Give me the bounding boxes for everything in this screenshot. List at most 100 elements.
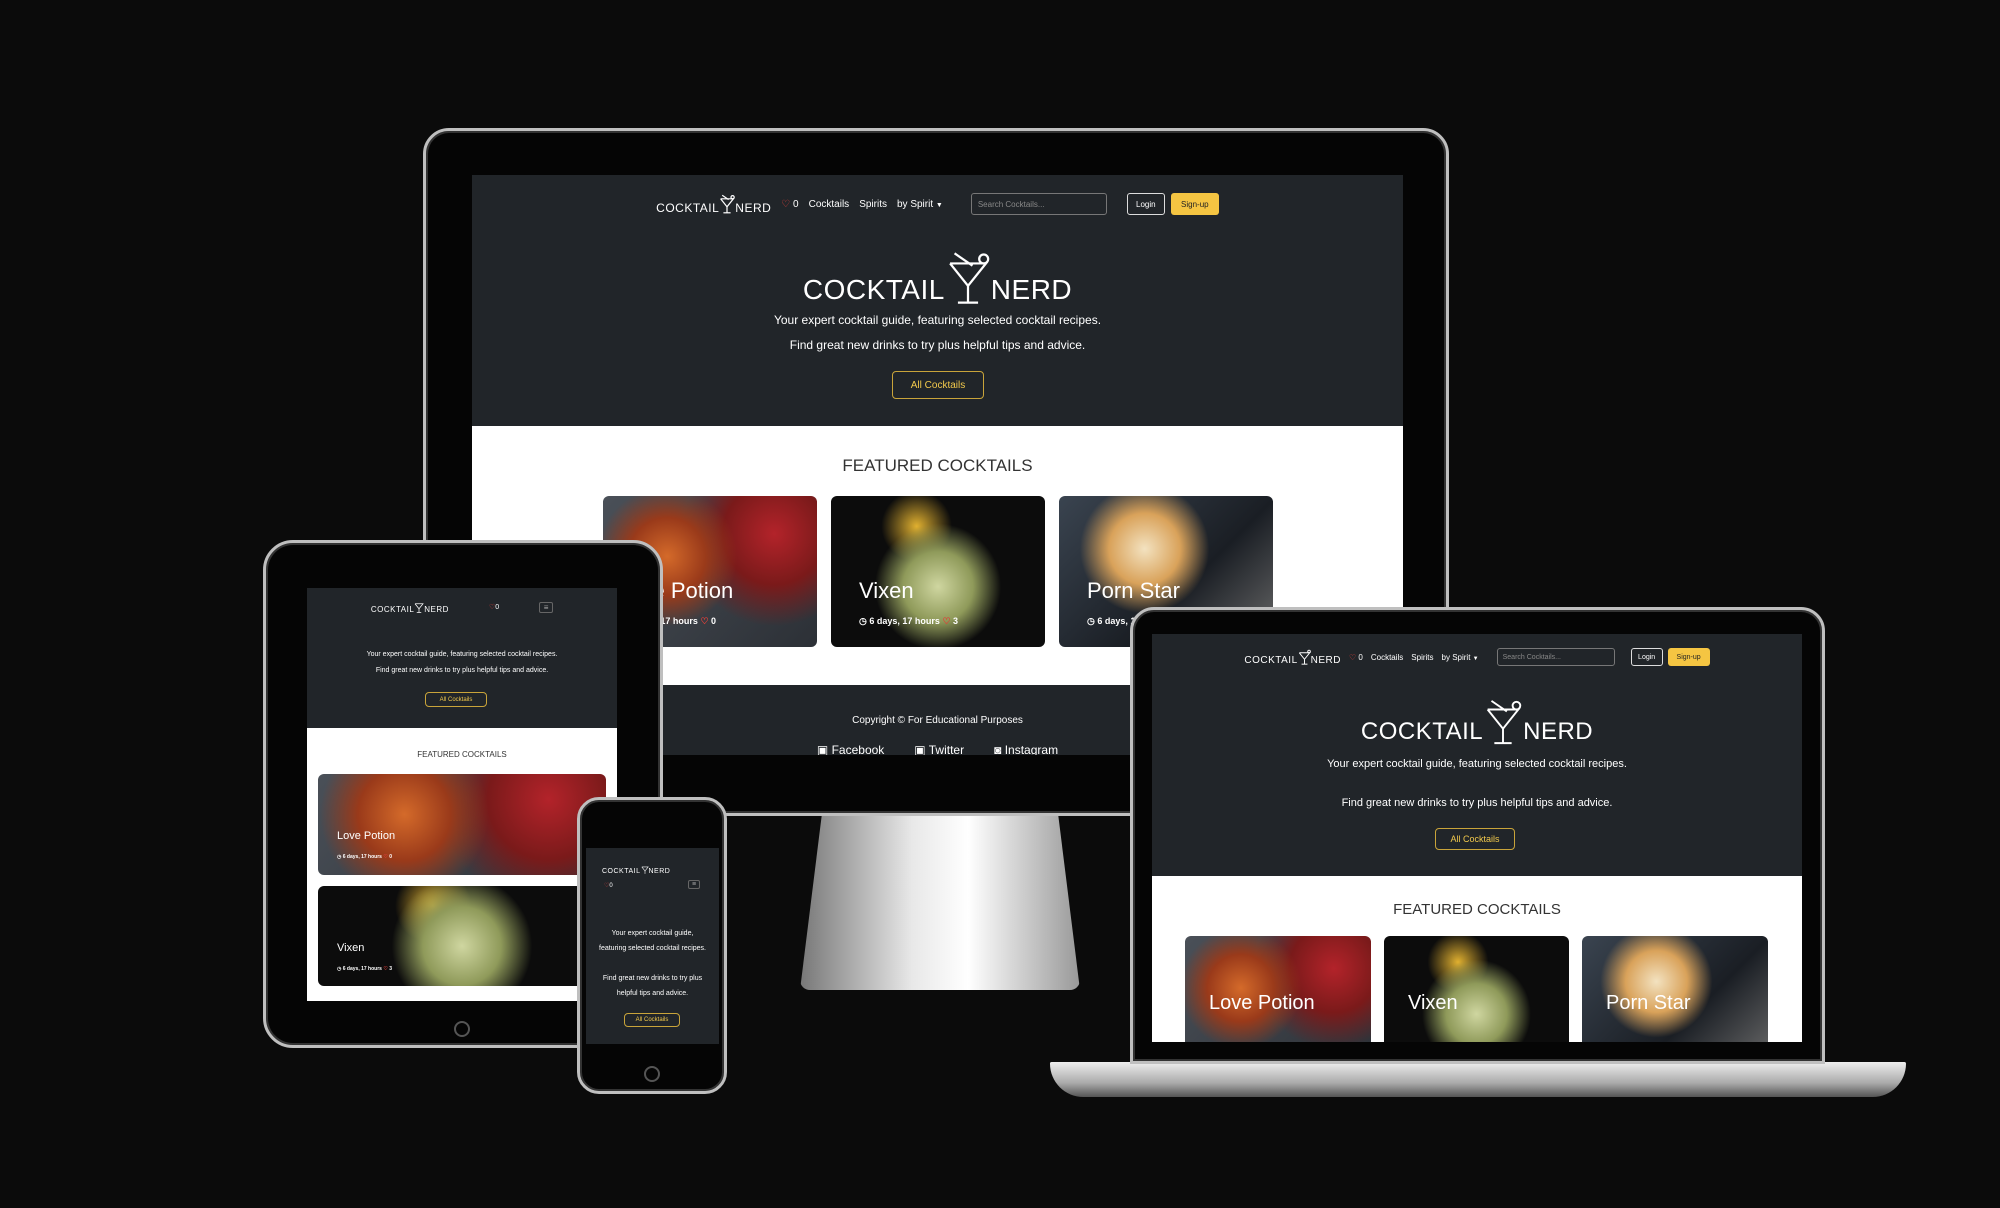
- cocktail-name: Vixen: [859, 578, 914, 603]
- search-input[interactable]: Search Cocktails...: [970, 193, 1107, 215]
- navbar-logo[interactable]: COCKTAIL NERD: [656, 193, 771, 215]
- link-label: Instagram: [1004, 743, 1059, 755]
- tagline-1: Your expert cocktail guide, featuring se…: [773, 313, 1102, 327]
- tablet-home-button: [454, 1021, 470, 1037]
- clock-icon: ◷: [337, 854, 342, 860]
- signup-button[interactable]: Sign-up: [1170, 193, 1219, 215]
- logo-text: COCKTAIL: [1244, 655, 1298, 666]
- nav-spirits[interactable]: Spirits: [1411, 653, 1433, 662]
- nav-spirits[interactable]: Spirits: [859, 199, 887, 210]
- signup-button[interactable]: Sign-up: [1667, 648, 1710, 666]
- cocktail-card[interactable]: Vixen ◷ 6 days, 17 hours ♡ 3: [831, 496, 1045, 647]
- logo-text: NERD: [990, 274, 1073, 305]
- all-cocktails-button[interactable]: All Cocktails: [624, 1013, 680, 1027]
- martini-glass-icon: [641, 866, 649, 874]
- dropdown-label: by Spirit: [1441, 652, 1471, 662]
- twitter-link[interactable]: ▣ Twitter: [914, 743, 964, 755]
- favorites-count: 0: [609, 883, 613, 889]
- heart-icon: ♡: [700, 616, 709, 626]
- instagram-link[interactable]: ◙ Instagram: [994, 743, 1058, 755]
- tagline-2: Find great new drinks to try plus helpfu…: [789, 338, 1086, 352]
- nav-cocktails[interactable]: Cocktails: [809, 199, 850, 210]
- hamburger-icon[interactable]: ≡: [688, 880, 700, 889]
- heart-icon: ♡: [383, 854, 388, 860]
- logo-text: COCKTAIL: [802, 274, 945, 305]
- cocktail-age: 6 days, 17 hours: [869, 616, 940, 626]
- tagline-2: Find great new drinks to try plus helpfu…: [1341, 797, 1613, 809]
- nav-cocktails[interactable]: Cocktails: [1371, 653, 1403, 662]
- heart-icon: ♡: [942, 616, 951, 626]
- phone: COCKTAIL NERD ♡0 ≡ Your expert cocktail g…: [577, 797, 727, 1094]
- logo-text: NERD: [424, 605, 449, 614]
- laptop-base: [1050, 1062, 1906, 1097]
- cocktail-name: Love Potion: [337, 830, 396, 842]
- hamburger-icon[interactable]: ≡: [539, 601, 554, 613]
- cocktail-likes: 3: [389, 966, 392, 972]
- navbar-logo[interactable]: COCKTAIL NERD: [1244, 648, 1341, 666]
- navbar-logo[interactable]: COCKTAIL NERD: [602, 864, 670, 875]
- all-cocktails-button[interactable]: All Cocktails: [425, 692, 487, 707]
- cocktail-likes: 3: [953, 616, 959, 626]
- clock-icon: ◷: [1087, 616, 1095, 626]
- nav-by-spirit-dropdown[interactable]: by Spirit ▼: [1442, 653, 1479, 662]
- clock-icon: ◷: [337, 966, 342, 972]
- cocktail-card[interactable]: Love Potion: [1185, 936, 1371, 1042]
- cocktail-meta: ◷ 6 days, 17 hours ♡ 3: [337, 966, 392, 972]
- cocktail-likes: 0: [711, 616, 717, 626]
- tablet-screen: COCKTAIL NERD ♡0 ≡ Your expert cocktail g…: [307, 588, 617, 1001]
- cocktail-age: 6 days, 17 hours: [342, 854, 382, 860]
- all-cocktails-button[interactable]: All Cocktails: [1435, 828, 1515, 850]
- featured-title: FEATURED COCKTAILS: [1393, 901, 1561, 918]
- laptop: COCKTAIL NERD ♡ 0 Cocktails Spirits by Sp…: [1130, 607, 1825, 1064]
- heart-icon: ♡: [1348, 652, 1357, 662]
- caret-down-icon: ▼: [1472, 655, 1479, 662]
- cocktail-card[interactable]: Porn Star: [1582, 936, 1768, 1042]
- cocktail-card[interactable]: Vixen: [1384, 936, 1569, 1042]
- navbar-logo[interactable]: COCKTAIL NERD: [371, 600, 449, 614]
- nav-by-spirit-dropdown[interactable]: by Spirit ▼: [897, 199, 943, 210]
- featured-title: FEATURED COCKTAILS: [417, 750, 507, 759]
- login-button[interactable]: Login: [1126, 193, 1165, 215]
- cocktail-name: Vixen: [337, 942, 365, 954]
- logo-text: NERD: [648, 868, 671, 875]
- martini-glass-icon: [1486, 700, 1522, 745]
- login-button[interactable]: Login: [1630, 648, 1663, 666]
- favorites-link[interactable]: ♡ 0: [781, 199, 798, 210]
- favorites-link[interactable]: ♡ 0: [1349, 653, 1363, 662]
- search-input[interactable]: Search Cocktails...: [1496, 648, 1615, 666]
- navbar: COCKTAIL NERD ♡ 0 Cocktails Spirits by S…: [472, 189, 1403, 219]
- tagline-2: Find great new drinks to try plus helpfu…: [602, 975, 703, 997]
- link-label: Twitter: [928, 743, 965, 755]
- martini-glass-icon: [949, 252, 990, 304]
- logo-text: NERD: [735, 201, 772, 215]
- cocktail-meta: ◷ 6 days, 17 hours ♡ 0: [337, 854, 392, 860]
- logo-text: NERD: [1523, 718, 1594, 745]
- hero-logo: COCKTAIL NERD: [472, 250, 1403, 306]
- featured-title: FEATURED COCKTAILS: [842, 456, 1033, 475]
- monitor-stand: [800, 810, 1080, 990]
- tagline-1: Your expert cocktail guide, featuring se…: [366, 651, 558, 658]
- facebook-link[interactable]: ▣ Facebook: [817, 743, 884, 755]
- cocktail-card[interactable]: Vixen ◷ 6 days, 17 hours ♡ 3: [318, 886, 606, 986]
- heart-icon: ♡: [781, 198, 791, 210]
- tagline-1: Your expert cocktail guide, featuring se…: [1327, 758, 1627, 770]
- martini-glass-icon: [1298, 649, 1311, 665]
- caret-down-icon: ▼: [935, 201, 943, 209]
- cocktail-name: Vixen: [1408, 992, 1458, 1014]
- logo-text: COCKTAIL: [370, 605, 415, 614]
- link-label: Facebook: [831, 743, 885, 755]
- tagline-1: Your expert cocktail guide, featuring se…: [599, 930, 706, 952]
- all-cocktails-button[interactable]: All Cocktails: [892, 371, 984, 399]
- favorites-link[interactable]: ♡0: [604, 882, 613, 889]
- logo-text: COCKTAIL: [1360, 718, 1484, 745]
- search-placeholder: Search Cocktails...: [977, 199, 1045, 209]
- clock-icon: ◷: [859, 616, 867, 626]
- logo-text: COCKTAIL: [656, 201, 720, 215]
- favorites-count: 0: [793, 198, 799, 210]
- cocktail-card[interactable]: Love Potion ◷ 6 days, 17 hours ♡ 0: [318, 774, 606, 875]
- cocktail-likes: 0: [389, 854, 392, 860]
- phone-screen: COCKTAIL NERD ♡0 ≡ Your expert cocktail g…: [586, 848, 719, 1044]
- favorites-link[interactable]: ♡0: [489, 603, 499, 611]
- cocktail-name: Porn Star: [1087, 578, 1180, 603]
- martini-glass-icon: [720, 194, 736, 214]
